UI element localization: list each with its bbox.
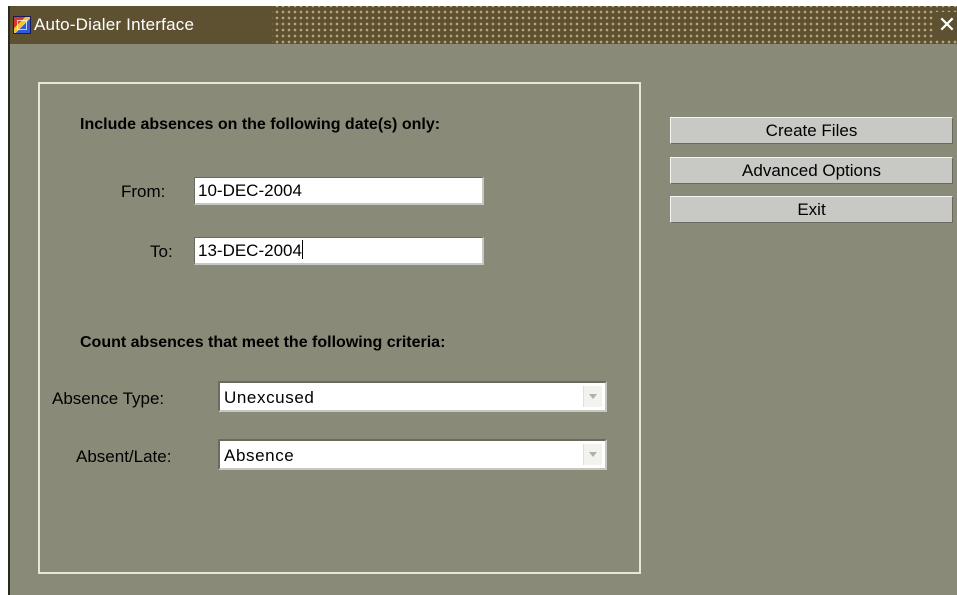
chevron-down-icon[interactable] <box>583 444 602 465</box>
from-label: From: <box>121 182 166 201</box>
absence-type-label: Absence Type: <box>52 389 165 408</box>
chevron-down-icon[interactable] <box>583 386 602 407</box>
create-files-button[interactable]: Create Files <box>670 117 953 144</box>
text-caret <box>301 240 303 259</box>
advanced-options-button[interactable]: Advanced Options <box>670 157 953 184</box>
from-date-field[interactable]: 10-DEC-2004 <box>194 177 484 205</box>
to-label: To: <box>150 242 173 261</box>
close-button[interactable]: ✕ <box>935 12 957 38</box>
to-date-value: 13-DEC-2004 <box>198 241 302 260</box>
absent-late-label: Absent/Late: <box>76 447 172 466</box>
to-date-field[interactable]: 13-DEC-2004 <box>194 237 484 265</box>
title-bar[interactable]: Auto-Dialer Interface ✕ <box>10 6 957 44</box>
criteria-heading: Count absences that meet the following c… <box>80 334 446 351</box>
date-range-heading: Include absences on the following date(s… <box>80 116 441 133</box>
absent-late-select[interactable]: Absence <box>218 439 607 470</box>
app-window: Auto-Dialer Interface ✕ Include absences… <box>8 6 957 595</box>
exit-button[interactable]: Exit <box>670 196 953 223</box>
criteria-panel: Include absences on the following date(s… <box>38 82 641 574</box>
window-title: Auto-Dialer Interface <box>34 15 195 34</box>
absence-type-value: Unexcused <box>224 388 315 407</box>
absent-late-value: Absence <box>224 446 295 465</box>
from-date-value: 10-DEC-2004 <box>198 181 302 200</box>
absence-type-select[interactable]: Unexcused <box>218 381 607 412</box>
app-icon <box>13 16 31 34</box>
